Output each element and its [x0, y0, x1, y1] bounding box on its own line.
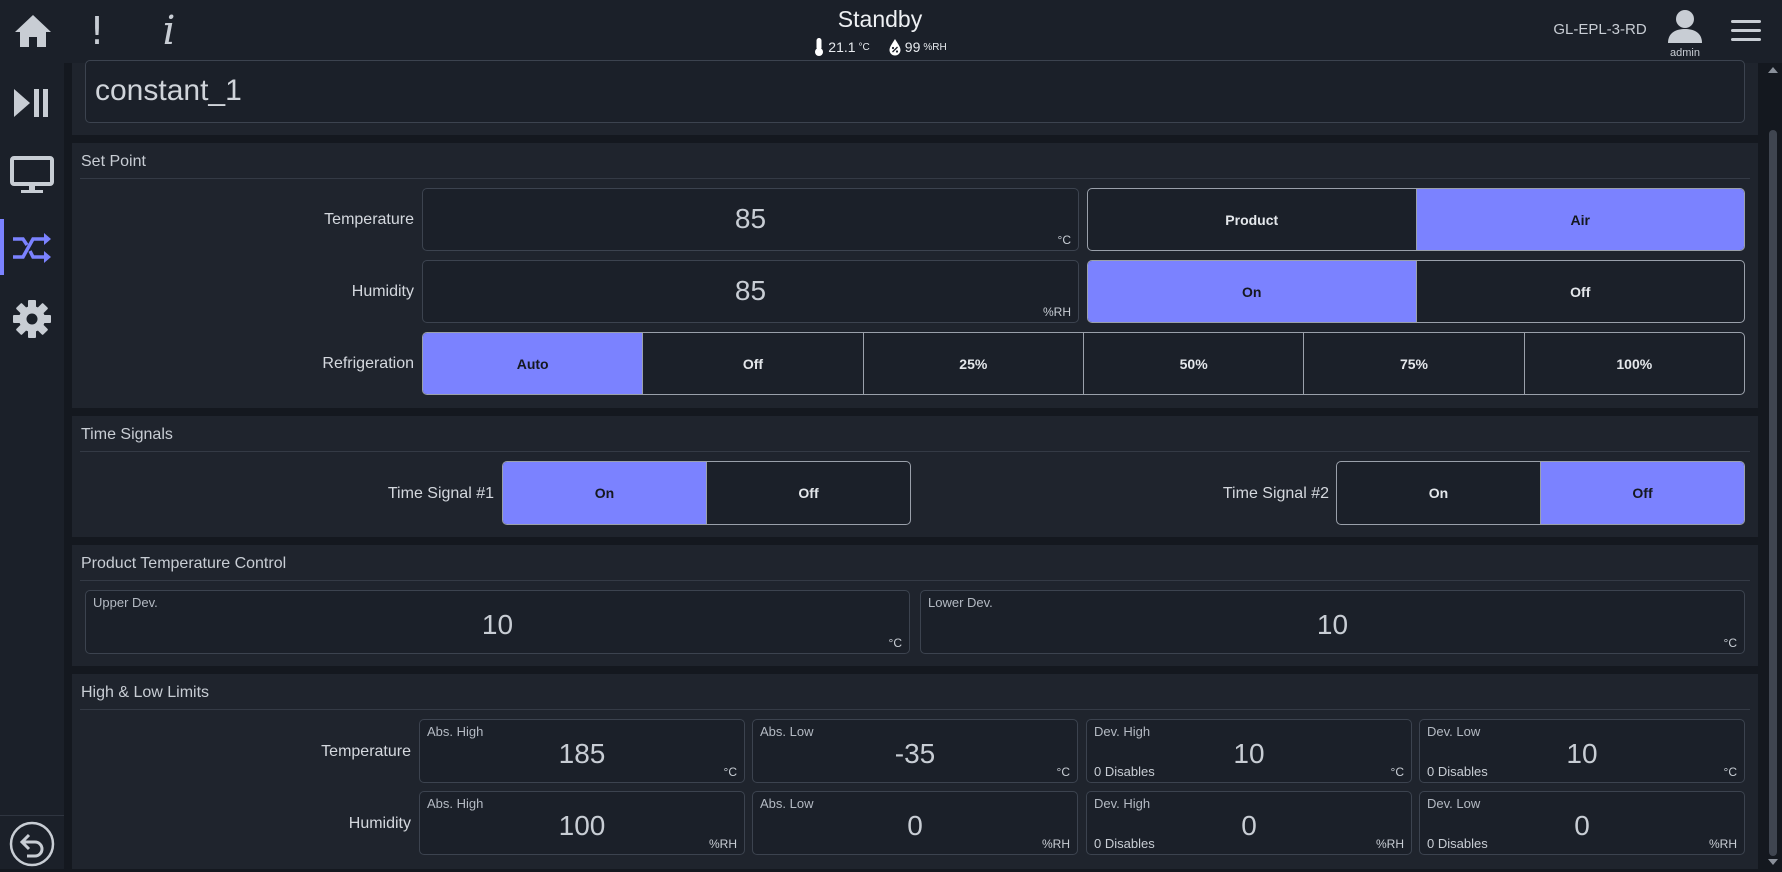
time-signal-1-off[interactable]: Off	[706, 462, 910, 524]
sidebar-item-settings[interactable]	[0, 289, 64, 349]
temp-abs-high-field[interactable]: Abs. High 185 °C	[419, 719, 745, 783]
sidebar-item-run[interactable]	[0, 73, 64, 133]
humidity-off[interactable]: Off	[1415, 261, 1745, 322]
refrigeration-100[interactable]: 100%	[1523, 333, 1744, 394]
menu-icon[interactable]	[1728, 16, 1764, 46]
top-bar: ! i Standby 21.1 °C 99 %RH GL-EPL-3-RD adm…	[0, 0, 1782, 63]
limits-panel: High & Low Limits Temperature Abs. High …	[72, 674, 1758, 869]
temperature-source-product[interactable]: Product	[1088, 189, 1416, 250]
scroll-down-icon[interactable]	[1768, 859, 1778, 865]
user-account[interactable]: admin	[1660, 8, 1710, 59]
status-title: Standby	[837, 6, 923, 32]
refrigeration-label: Refrigeration	[322, 355, 414, 372]
user-name: admin	[1670, 47, 1700, 59]
scroll-up-icon[interactable]	[1768, 67, 1778, 73]
scroll-thumb[interactable]	[1769, 130, 1777, 856]
time-signal-2-label: Time Signal #2	[1222, 485, 1329, 502]
refrigeration-50[interactable]: 50%	[1082, 333, 1303, 394]
hum-dev-low-field[interactable]: Dev. Low 0 0 Disables %RH	[1419, 791, 1745, 855]
time-signal-1-label: Time Signal #1	[387, 485, 494, 502]
refrigeration-75[interactable]: 75%	[1303, 333, 1523, 394]
product-temp-control-title: Product Temperature Control	[81, 555, 287, 572]
hum-abs-high-field[interactable]: Abs. High 100 %RH	[419, 791, 745, 855]
setpoint-temperature-field[interactable]: 85 °C	[422, 188, 1079, 251]
home-icon[interactable]	[10, 10, 56, 52]
refrigeration-25[interactable]: 25%	[862, 333, 1083, 394]
hum-abs-low-field[interactable]: Abs. Low 0 %RH	[752, 791, 1078, 855]
sidebar-item-program[interactable]	[0, 217, 64, 277]
info-icon[interactable]: i	[146, 10, 192, 52]
time-signal-1-toggle: On Off	[502, 461, 911, 525]
time-signals-panel: Time Signals Time Signal #1 On Off Time …	[72, 416, 1758, 537]
sidebar-nav	[0, 63, 64, 869]
time-signal-2-on[interactable]: On	[1337, 462, 1540, 524]
temp-abs-low-field[interactable]: Abs. Low -35 °C	[752, 719, 1078, 783]
time-signals-title: Time Signals	[81, 426, 173, 443]
refrigeration-auto[interactable]: Auto	[423, 333, 643, 394]
play-pause-icon	[14, 89, 48, 117]
setpoint-temperature-label: Temperature	[324, 211, 414, 228]
time-signal-2-off[interactable]: Off	[1540, 462, 1744, 524]
time-signal-2-toggle: On Off	[1336, 461, 1745, 525]
profile-name-field[interactable]: constant_1	[85, 60, 1745, 123]
temp-dev-high-field[interactable]: Dev. High 10 0 Disables °C	[1086, 719, 1412, 783]
temp-dev-low-field[interactable]: Dev. Low 10 0 Disables °C	[1419, 719, 1745, 783]
refrigeration-off[interactable]: Off	[642, 333, 862, 394]
limits-title: High & Low Limits	[81, 684, 210, 701]
machine-status: Standby 21.1 °C 99 %RH	[780, 6, 980, 57]
refrigeration-toggle: Auto Off 25% 50% 75% 100%	[422, 332, 1745, 395]
humidity-toggle: On Off	[1087, 260, 1745, 323]
device-name: GL-EPL-3-RD	[1553, 21, 1647, 38]
thermometer-icon	[815, 38, 824, 56]
limits-temperature-label: Temperature	[321, 743, 411, 760]
lower-dev-field[interactable]: Lower Dev. 10 °C	[920, 590, 1745, 654]
back-icon[interactable]	[9, 821, 55, 867]
setpoint-humidity-label: Humidity	[351, 283, 414, 300]
alert-icon[interactable]: !	[74, 10, 120, 52]
upper-dev-field[interactable]: Upper Dev. 10 °C	[85, 590, 910, 654]
monitor-icon	[10, 156, 54, 193]
temperature-source-toggle: Product Air	[1087, 188, 1745, 251]
set-point-title: Set Point	[81, 153, 146, 170]
program-icon	[13, 233, 51, 263]
humidity-on[interactable]: On	[1088, 261, 1416, 322]
sidebar-item-monitor[interactable]	[0, 145, 64, 205]
product-temp-control-panel: Product Temperature Control Upper Dev. 1…	[72, 545, 1758, 666]
user-icon	[1668, 10, 1702, 43]
temperature-source-air[interactable]: Air	[1415, 189, 1744, 250]
scrollbar[interactable]	[1764, 63, 1782, 869]
time-signal-1-on[interactable]: On	[503, 462, 706, 524]
sidebar-divider	[0, 815, 64, 816]
limits-humidity-label: Humidity	[348, 815, 411, 832]
hum-dev-high-field[interactable]: Dev. High 0 0 Disables %RH	[1086, 791, 1412, 855]
set-point-panel: Set Point Temperature 85 °C Product Air …	[72, 143, 1758, 408]
temperature-readout: 21.1 °C	[813, 37, 870, 57]
humidity-readout: 99 %RH	[888, 37, 947, 57]
gear-icon	[13, 300, 51, 338]
humidity-icon	[889, 39, 901, 56]
setpoint-humidity-field[interactable]: 85 %RH	[422, 260, 1079, 323]
profile-name-value: constant_1	[95, 74, 242, 107]
